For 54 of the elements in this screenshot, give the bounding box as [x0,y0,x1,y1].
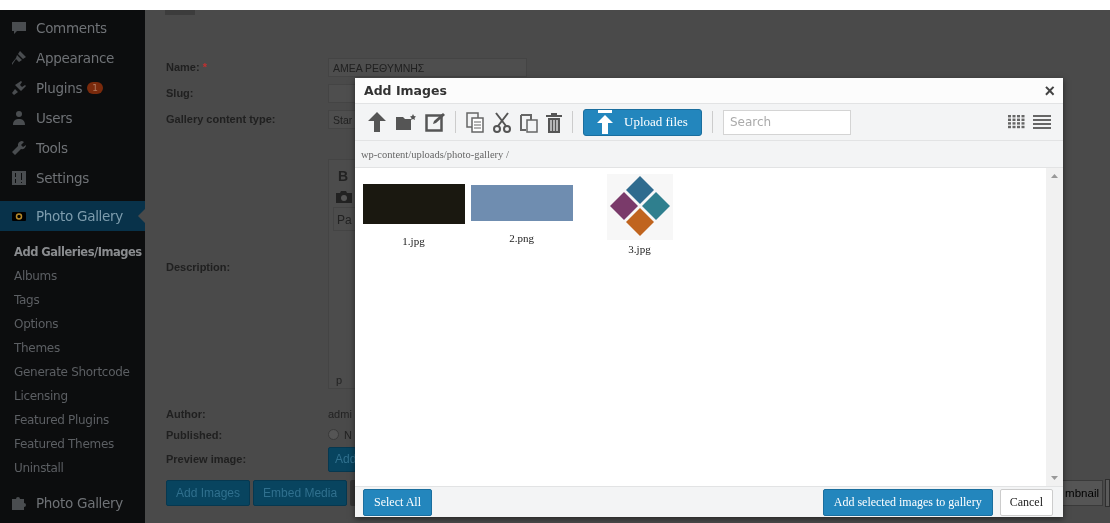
new-folder-icon[interactable] [395,113,417,131]
submenu-item[interactable]: Featured Themes [0,432,114,456]
plug-icon [11,80,27,96]
up-arrow-icon[interactable] [367,111,387,133]
submenu-item[interactable]: Tags [0,288,40,312]
file-name: 3.jpg [628,243,651,255]
file-name: 2.png [509,232,534,244]
search-field[interactable]: Search [722,109,851,135]
logo-drawing [606,174,673,240]
add-to-gallery-button[interactable]: Add selected images to gallery [822,488,993,516]
submenu-item[interactable]: Generate Shortcode [0,360,130,384]
sidebar-item[interactable]: Appearance [0,43,145,73]
sidebar-item[interactable]: Photo Gallery [36,495,123,511]
brush-icon [11,50,27,66]
submenu-item[interactable]: Licensing [0,384,68,408]
sidebar-item[interactable]: Comments [0,13,145,43]
close-button[interactable]: × [1044,81,1055,100]
submenu-item[interactable]: Featured Plugins [0,408,109,432]
upload-icon [596,110,614,134]
submenu-item[interactable]: Uninstall [0,456,64,480]
file-name: 1.jpg [402,235,425,247]
sidebar-item[interactable]: Users [0,103,145,133]
submenu-item[interactable]: Themes [0,336,60,360]
puzzle-icon [11,495,27,511]
submenu-item[interactable]: Options [0,312,59,336]
grid-view-icon[interactable] [1008,115,1025,129]
page-icon [165,10,195,15]
radio-button[interactable] [328,429,339,440]
file-item[interactable]: 1.jpg [361,173,466,248]
trash-icon[interactable] [546,111,562,133]
folder-path: wp-content/uploads/photo-gallery / [361,148,509,160]
sidebar-item[interactable]: Tools [0,133,145,163]
list-view-icon[interactable] [1033,114,1051,130]
slug-field[interactable] [328,83,358,103]
sidebar-item[interactable]: Settings [0,163,145,193]
file-item[interactable]: 2.png [469,173,574,245]
sidebar-item[interactable]: Plugins 1 [0,73,145,103]
copy-icon[interactable] [466,111,484,133]
submenu-item[interactable]: Albums [0,264,57,288]
select-all-button[interactable]: Select All [363,488,432,516]
cancel-button[interactable]: Cancel [999,488,1053,516]
update-count-badge: 1 [87,82,103,94]
file-item[interactable]: 3.jpg [577,173,682,256]
scissors-icon[interactable] [492,111,512,133]
sidebar-item[interactable]: Photo Gallery [0,201,145,231]
comment-icon [11,20,27,36]
wrench-icon [11,140,27,156]
sliders-icon [11,170,27,186]
upload-files-button[interactable]: Upload files [583,108,702,136]
submenu-item[interactable]: Add Galleries/Images [0,240,142,264]
user-icon [11,110,27,126]
dialog-title: Add Images [364,83,447,98]
paste-icon[interactable] [520,111,538,133]
edit-icon[interactable] [425,112,445,132]
